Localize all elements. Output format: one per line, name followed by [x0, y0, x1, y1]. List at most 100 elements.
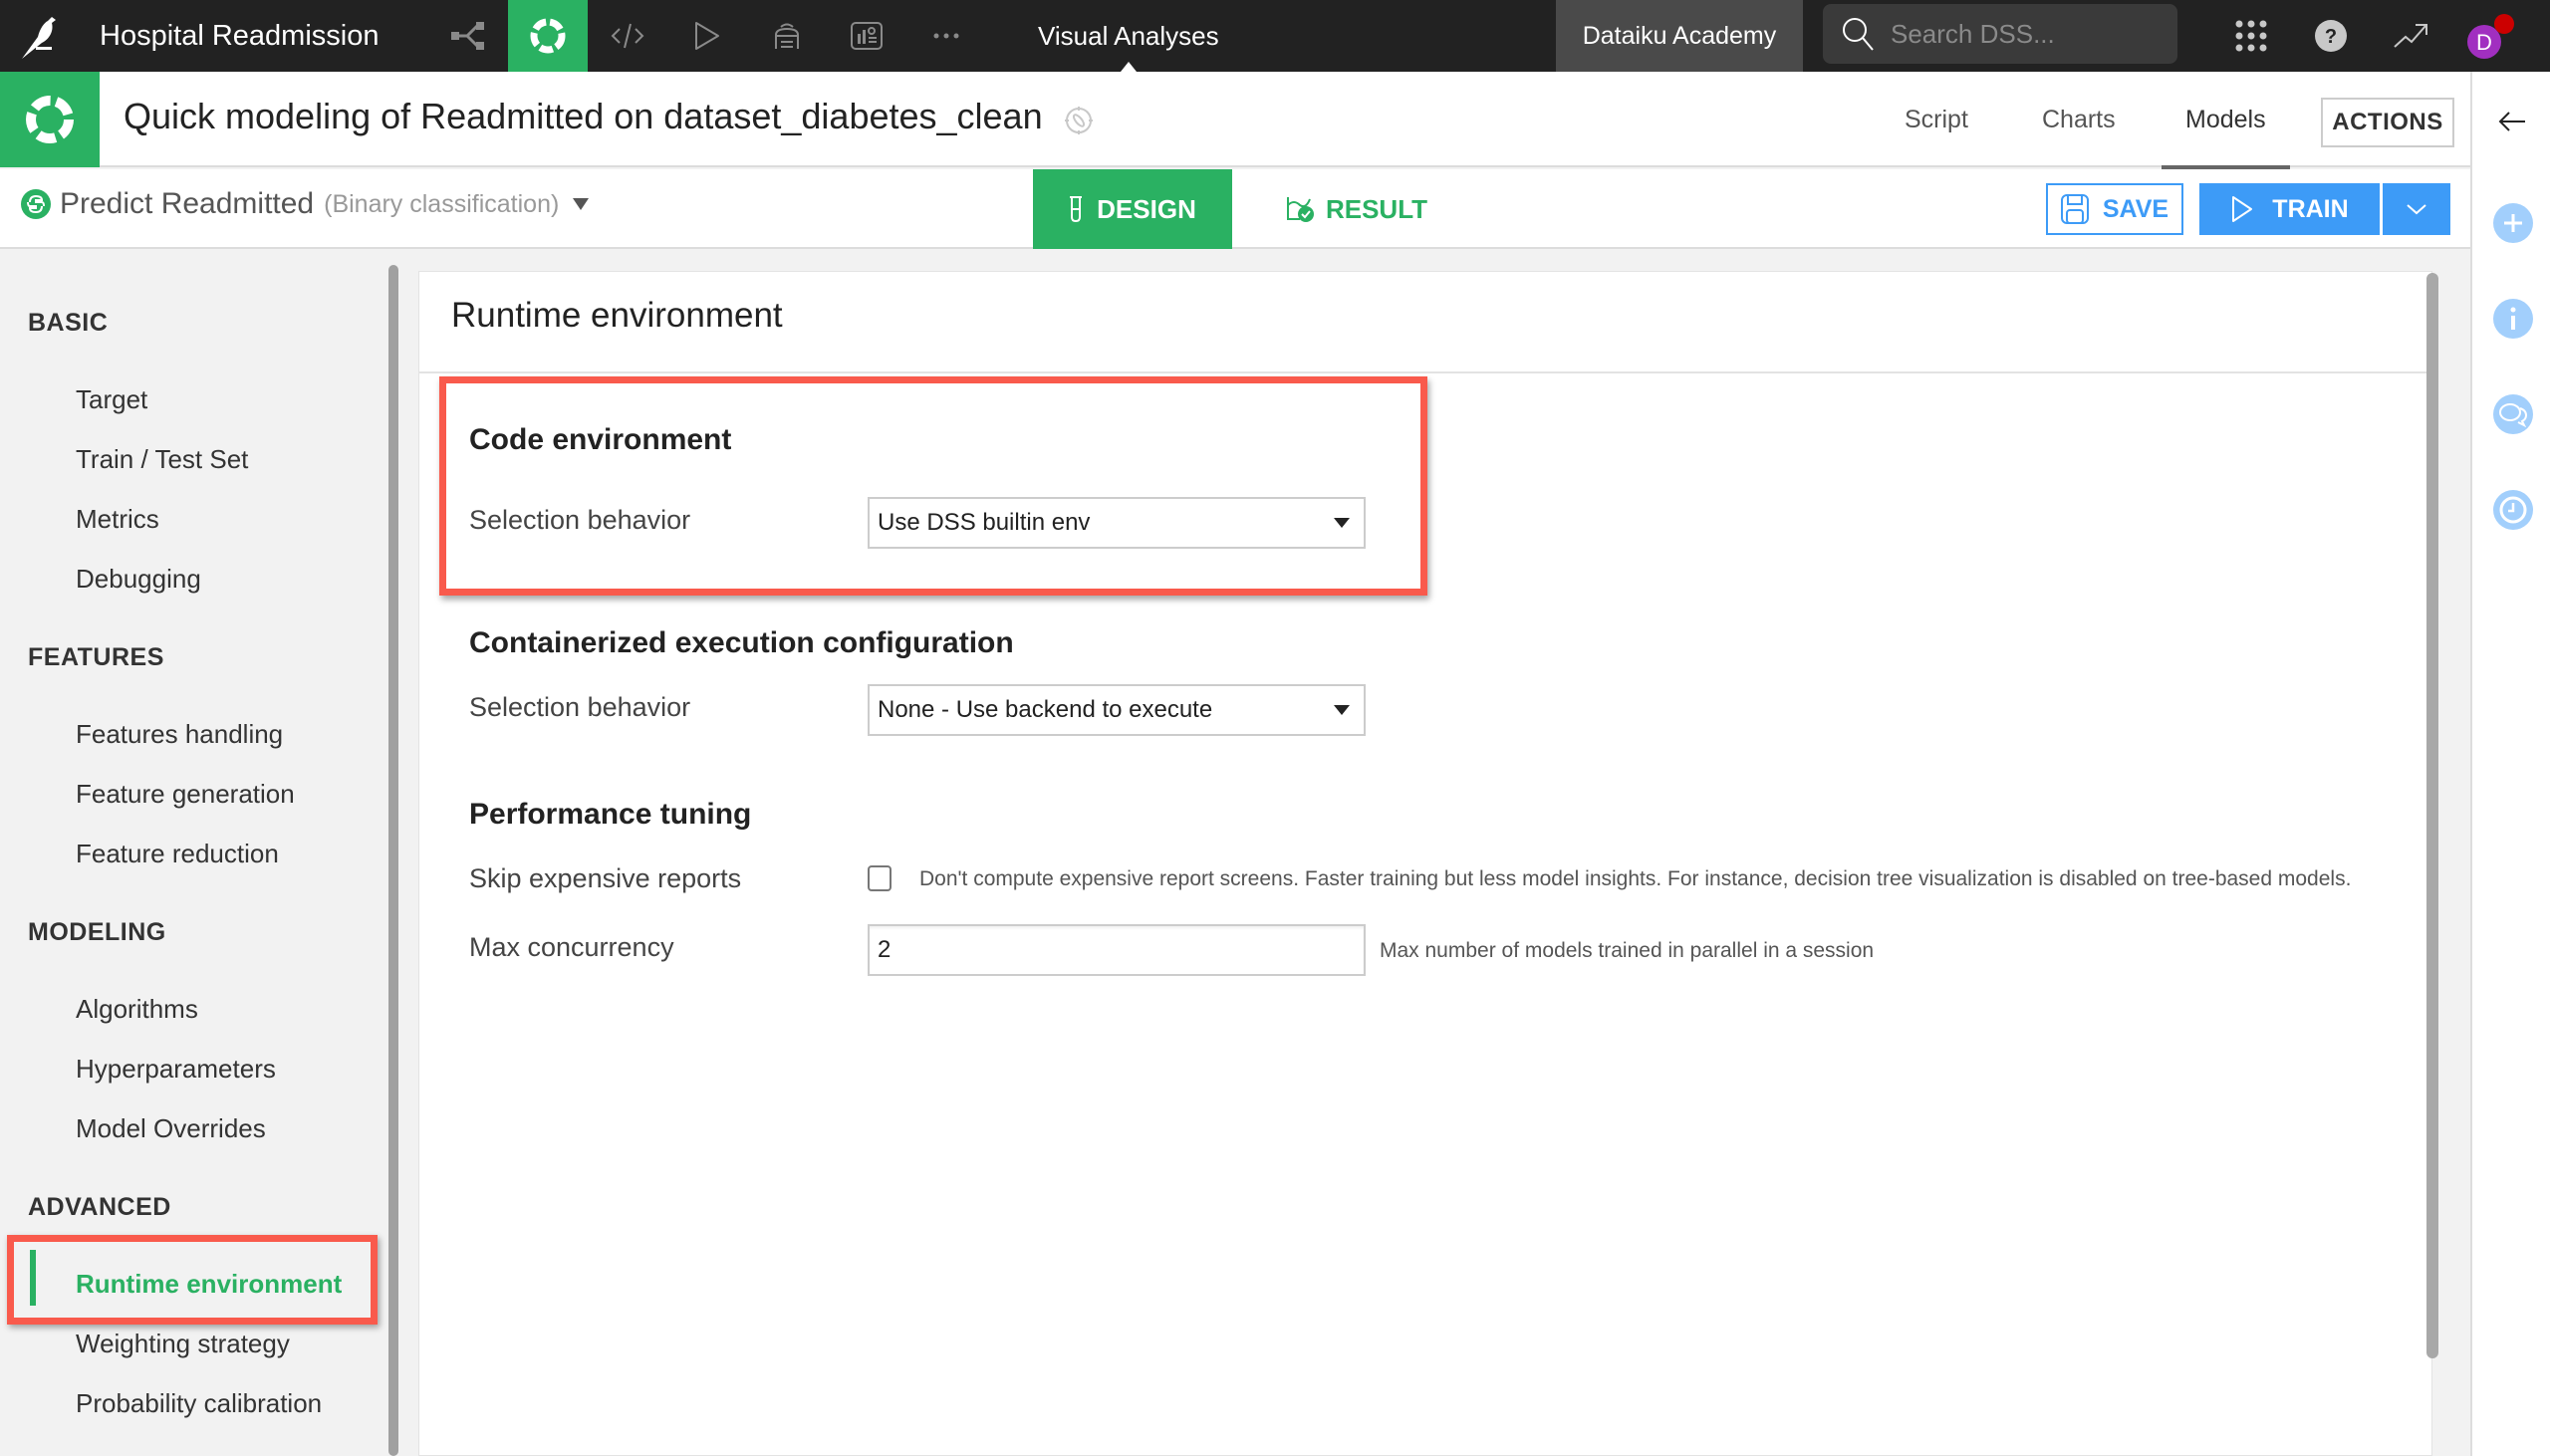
play-icon	[2232, 196, 2253, 222]
result-chart-check-icon	[1286, 197, 1314, 222]
task-header: Predict Readmitted (Binary classificatio…	[0, 169, 2470, 249]
history-button[interactable]	[2493, 490, 2533, 530]
sidebar-section-features: FEATURES	[28, 643, 164, 671]
svg-text:?: ?	[2325, 26, 2337, 48]
info-icon	[2510, 307, 2516, 330]
svg-text:D: D	[2476, 30, 2492, 55]
nav-code[interactable]	[588, 0, 667, 72]
tab-design[interactable]: DESIGN	[1033, 169, 1232, 249]
compass-button[interactable]	[1064, 106, 1094, 140]
highlight-box-code-environment	[439, 376, 1427, 596]
actions-button[interactable]: ACTIONS	[2321, 98, 2454, 147]
test-tube-icon	[1070, 196, 1083, 223]
tab-result[interactable]: RESULT	[1257, 169, 1456, 249]
activity-button[interactable]	[2381, 0, 2440, 72]
search-icon	[1843, 18, 1874, 51]
chevron-down-icon	[2407, 204, 2426, 215]
task-selector[interactable]: Predict Readmitted (Binary classificatio…	[20, 187, 590, 221]
sidebar-item-target[interactable]: Target	[76, 384, 147, 415]
right-rail	[2470, 72, 2550, 1456]
sidebar-item-train-test-set[interactable]: Train / Test Set	[76, 444, 248, 475]
tab-models[interactable]: Models	[2162, 72, 2290, 169]
container-select[interactable]: None - Use backend to execute	[868, 684, 1366, 736]
user-menu[interactable]: D	[2460, 0, 2520, 72]
sidebar-item-probability-calibration[interactable]: Probability calibration	[76, 1388, 322, 1419]
max-concurrency-label: Max concurrency	[469, 932, 674, 962]
nav-run[interactable]	[667, 0, 747, 72]
nav-section-label: Visual Analyses	[1038, 20, 1219, 51]
nav-datasets[interactable]	[747, 0, 827, 72]
sidebar-section-modeling: MODELING	[28, 918, 166, 946]
skip-reports-checkbox[interactable]	[868, 865, 892, 891]
discussions-icon	[2499, 403, 2528, 427]
dashboard-icon	[851, 22, 883, 50]
compass-icon	[1065, 107, 1093, 134]
nav-section-visual-analyses[interactable]: Visual Analyses	[1038, 0, 1219, 72]
sidebar-item-features-handling[interactable]: Features handling	[76, 719, 283, 750]
apps-button[interactable]	[2221, 0, 2281, 72]
search-box[interactable]	[1823, 4, 2177, 64]
dataiku-logo[interactable]	[0, 0, 80, 72]
tab-script[interactable]: Script	[1905, 72, 1968, 167]
dropdown-arrow-icon	[1334, 705, 1350, 715]
code-icon	[611, 23, 644, 49]
nav-analysis[interactable]	[508, 0, 588, 72]
analysis-badge	[0, 72, 100, 167]
sidebar-section-advanced: ADVANCED	[28, 1193, 171, 1221]
sidebar-scrollbar[interactable]	[388, 265, 398, 1456]
sidebar-item-algorithms[interactable]: Algorithms	[76, 994, 198, 1025]
nav-dashboards[interactable]	[827, 0, 906, 72]
add-button[interactable]	[2493, 203, 2533, 243]
python-task-icon	[21, 189, 51, 219]
skip-reports-help: Don't compute expensive report screens. …	[919, 867, 2352, 890]
nav-more[interactable]	[906, 0, 986, 72]
train-options-dropdown[interactable]	[2383, 183, 2450, 235]
max-concurrency-help: Max number of models trained in parallel…	[1380, 939, 1875, 962]
chevron-down-icon	[573, 198, 590, 210]
add-icon	[2504, 214, 2522, 232]
task-type: (Binary classification)	[324, 189, 560, 218]
discussions-button[interactable]	[2493, 394, 2533, 434]
sidebar-item-metrics[interactable]: Metrics	[76, 504, 159, 535]
analysis-title[interactable]: Quick modeling of Readmitted on dataset_…	[124, 96, 1043, 137]
container-label: Selection behavior	[469, 692, 691, 722]
panel-title: Runtime environment	[451, 296, 783, 335]
sidebar-item-feature-generation[interactable]: Feature generation	[76, 779, 295, 810]
divider	[419, 371, 2433, 373]
active-section-caret	[1120, 62, 1137, 72]
back-arrow-icon	[2498, 112, 2525, 131]
datasets-stack-icon	[775, 23, 799, 49]
more-icon	[933, 33, 959, 39]
sidebar-item-debugging[interactable]: Debugging	[76, 564, 201, 595]
performance-title: Performance tuning	[469, 798, 752, 831]
info-button[interactable]	[2493, 299, 2533, 339]
apps-grid-icon	[2235, 20, 2267, 52]
tab-charts[interactable]: Charts	[2042, 72, 2116, 167]
history-clock-icon	[2499, 496, 2527, 524]
highlight-box-sidebar	[7, 1235, 378, 1325]
search-input[interactable]	[1891, 18, 2150, 50]
nav-flow[interactable]	[428, 0, 508, 72]
project-name[interactable]: Hospital Readmission	[100, 20, 428, 53]
top-navbar: Hospital Readmission Visual Analyses Dat…	[0, 0, 2550, 72]
help-icon: ?	[2315, 20, 2347, 52]
max-concurrency-input[interactable]	[868, 924, 1366, 976]
container-title: Containerized execution configuration	[469, 626, 1014, 659]
sidebar-item-hyperparameters[interactable]: Hyperparameters	[76, 1054, 276, 1085]
collapse-rail-button[interactable]	[2472, 102, 2550, 141]
sidebar-item-model-overrides[interactable]: Model Overrides	[76, 1113, 266, 1144]
instance-name[interactable]: Dataiku Academy	[1556, 0, 1803, 72]
help-button[interactable]: ?	[2301, 0, 2361, 72]
analysis-icon	[26, 96, 74, 143]
notification-badge	[2494, 14, 2514, 34]
sidebar-item-weighting-strategy[interactable]: Weighting strategy	[76, 1329, 290, 1359]
save-button[interactable]: SAVE	[2046, 183, 2183, 235]
activity-trend-icon	[2394, 24, 2427, 48]
task-name: Predict Readmitted	[60, 187, 315, 220]
sidebar-section-basic: BASIC	[28, 309, 109, 337]
train-button[interactable]: TRAIN	[2199, 183, 2380, 235]
flow-icon	[451, 22, 484, 50]
panel-scrollbar[interactable]	[2426, 273, 2438, 1358]
floppy-disk-icon	[2060, 194, 2089, 224]
sidebar-item-feature-reduction[interactable]: Feature reduction	[76, 839, 279, 869]
